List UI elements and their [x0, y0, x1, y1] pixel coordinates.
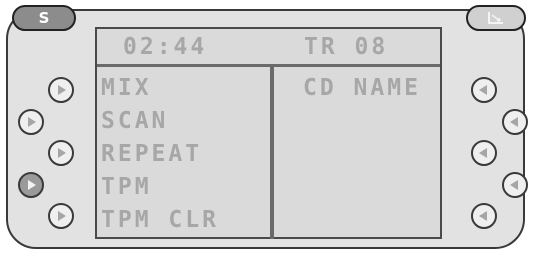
source-button[interactable]: S	[12, 5, 76, 31]
left-softkey-4[interactable]	[18, 172, 44, 198]
display-mode-icon	[488, 12, 503, 24]
cd-name-label: CD NAME	[303, 75, 421, 101]
source-button-label: S	[38, 9, 50, 27]
menu-item-repeat: REPEAT	[101, 141, 203, 167]
right-softkey-3[interactable]	[471, 140, 497, 166]
menu-item-scan: SCAN	[101, 108, 169, 134]
arrow-right-icon	[58, 148, 66, 158]
arrow-right-icon	[58, 85, 66, 95]
right-softkey-1[interactable]	[471, 77, 497, 103]
right-softkey-2[interactable]	[502, 109, 528, 135]
menu-item-tpm: TPM	[101, 174, 152, 200]
arrow-right-icon	[28, 180, 36, 190]
arrow-left-icon	[479, 211, 487, 221]
track-display: TR 08	[304, 34, 389, 60]
arrow-left-icon	[479, 148, 487, 158]
left-softkey-2[interactable]	[18, 109, 44, 135]
lcd-header: 02:44 TR 08	[97, 29, 440, 67]
arrow-left-icon	[510, 117, 518, 127]
display-mode-button[interactable]	[466, 5, 526, 31]
left-softkey-1[interactable]	[48, 77, 74, 103]
arrow-left-icon	[479, 85, 487, 95]
menu-item-tpm-clr: TPM CLR	[101, 207, 219, 233]
left-softkey-5[interactable]	[48, 203, 74, 229]
left-softkey-3[interactable]	[48, 140, 74, 166]
time-display: 02:44	[123, 34, 208, 60]
lcd-display: 02:44 TR 08 MIX SCAN REPEAT TPM TPM CLR …	[95, 27, 442, 239]
arrow-right-icon	[28, 117, 36, 127]
right-softkey-5[interactable]	[471, 203, 497, 229]
menu-item-mix: MIX	[101, 75, 152, 101]
arrow-left-icon	[510, 180, 518, 190]
right-softkey-4[interactable]	[502, 172, 528, 198]
arrow-right-icon	[58, 211, 66, 221]
lcd-divider	[270, 67, 274, 239]
